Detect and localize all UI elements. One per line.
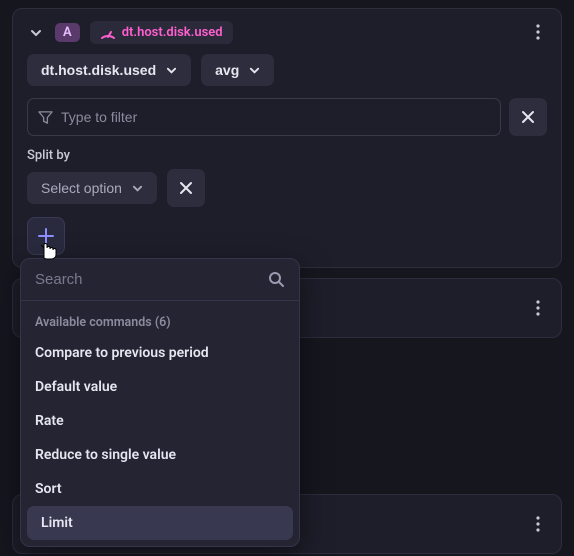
panel-menu-button[interactable] (525, 19, 551, 45)
command-search-input[interactable] (35, 271, 260, 288)
chevron-down-icon (30, 27, 42, 39)
filter-icon (38, 110, 53, 125)
splitby-select[interactable]: Select option (27, 172, 157, 204)
metric-icon (100, 26, 116, 40)
plus-icon (37, 227, 55, 245)
close-icon (179, 181, 193, 195)
search-icon (268, 271, 285, 288)
popover-search-row (21, 259, 299, 301)
chevron-down-icon (249, 65, 260, 76)
chevron-down-icon (166, 65, 177, 76)
command-item[interactable]: Compare to previous period (21, 336, 299, 370)
series-badge: A (55, 23, 80, 42)
popover-heading: Available commands (6) (21, 301, 299, 336)
add-command-button[interactable] (27, 217, 65, 255)
command-item[interactable]: Rate (21, 404, 299, 438)
chevron-down-icon (132, 183, 143, 194)
close-icon (521, 110, 535, 124)
command-item[interactable]: Default value (21, 370, 299, 404)
metric-selector-label: dt.host.disk.used (41, 62, 156, 78)
query-panel: A dt.host.disk.used dt.host.disk.used av… (12, 8, 562, 268)
aggregation-selector[interactable]: avg (201, 54, 274, 86)
filter-row (27, 98, 547, 136)
panel-menu-button[interactable] (525, 295, 551, 321)
kebab-icon (536, 300, 540, 316)
clear-filter-button[interactable] (509, 98, 547, 136)
clear-splitby-button[interactable] (167, 169, 205, 207)
kebab-icon (536, 516, 540, 532)
popover-items: Compare to previous periodDefault valueR… (21, 336, 299, 540)
command-item[interactable]: Reduce to single value (21, 438, 299, 472)
command-item[interactable]: Sort (21, 472, 299, 506)
aggregation-label: avg (215, 62, 239, 78)
command-popover: Available commands (6) Compare to previo… (20, 258, 300, 547)
splitby-label: Split by (27, 148, 547, 163)
command-item[interactable]: Limit (27, 506, 293, 540)
panel-header: A dt.host.disk.used (27, 21, 547, 44)
splitby-row: Select option (27, 169, 547, 207)
filter-input[interactable] (61, 109, 490, 125)
splitby-placeholder: Select option (41, 180, 122, 196)
collapse-toggle[interactable] (27, 24, 45, 42)
metric-controls: dt.host.disk.used avg (27, 54, 547, 86)
metric-name: dt.host.disk.used (122, 25, 223, 40)
filter-input-wrapper[interactable] (27, 98, 501, 136)
metric-chip[interactable]: dt.host.disk.used (90, 21, 233, 44)
kebab-icon (536, 24, 540, 40)
panel-menu-button[interactable] (525, 511, 551, 537)
metric-selector[interactable]: dt.host.disk.used (27, 54, 191, 86)
